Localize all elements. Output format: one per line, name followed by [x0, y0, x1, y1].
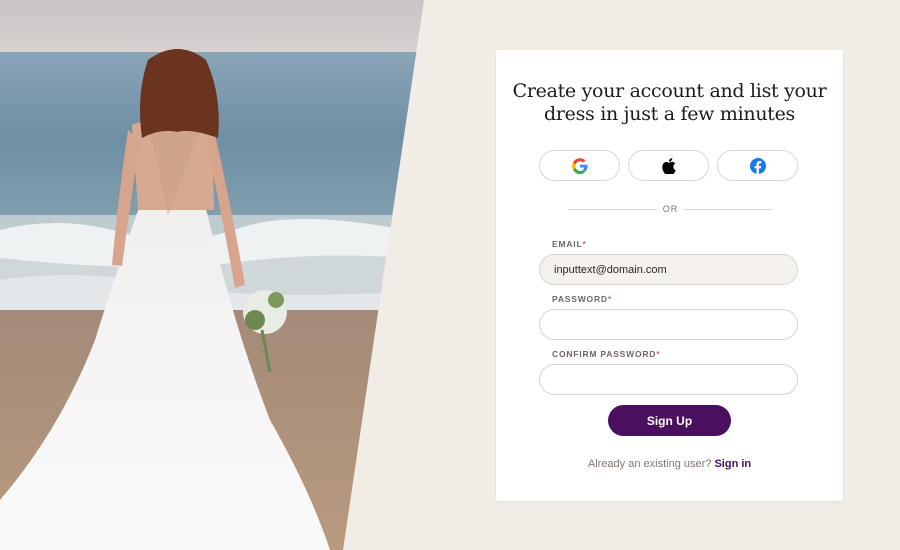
signup-heading: Create your account and list your dress … — [496, 80, 843, 126]
social-login-row — [539, 150, 798, 181]
password-label-text: PASSWORD — [552, 294, 608, 304]
password-field[interactable] — [539, 309, 798, 340]
password-label: PASSWORD* — [552, 294, 612, 304]
sign-up-button[interactable]: Sign Up — [608, 405, 731, 436]
heading-line-2: dress in just a few minutes — [544, 103, 795, 125]
signin-prompt: Already an existing user? Sign in — [496, 458, 843, 470]
email-field[interactable] — [539, 254, 798, 285]
hero-photo — [0, 0, 424, 550]
confirm-password-field[interactable] — [539, 364, 798, 395]
confirm-password-required-mark: * — [656, 349, 661, 359]
existing-user-text: Already an existing user? — [587, 458, 712, 470]
email-label: EMAIL* — [552, 239, 587, 249]
divider-line-right — [684, 209, 772, 210]
email-required-mark: * — [582, 239, 587, 249]
password-required-mark: * — [607, 294, 612, 304]
sign-in-link[interactable]: Sign in — [714, 458, 751, 470]
apple-signin-button[interactable] — [628, 150, 709, 181]
facebook-icon — [749, 157, 766, 174]
bride-on-beach-photo — [0, 0, 424, 550]
google-icon — [571, 157, 587, 174]
confirm-password-label: CONFIRM PASSWORD* — [552, 349, 660, 359]
facebook-signin-button[interactable] — [717, 150, 798, 181]
or-divider: OR — [569, 203, 772, 215]
heading-line-1: Create your account and list your — [512, 80, 827, 102]
google-signin-button[interactable] — [539, 150, 620, 181]
email-label-text: EMAIL — [552, 239, 583, 249]
confirm-password-label-text: CONFIRM PASSWORD — [552, 349, 657, 359]
apple-icon — [661, 157, 676, 174]
